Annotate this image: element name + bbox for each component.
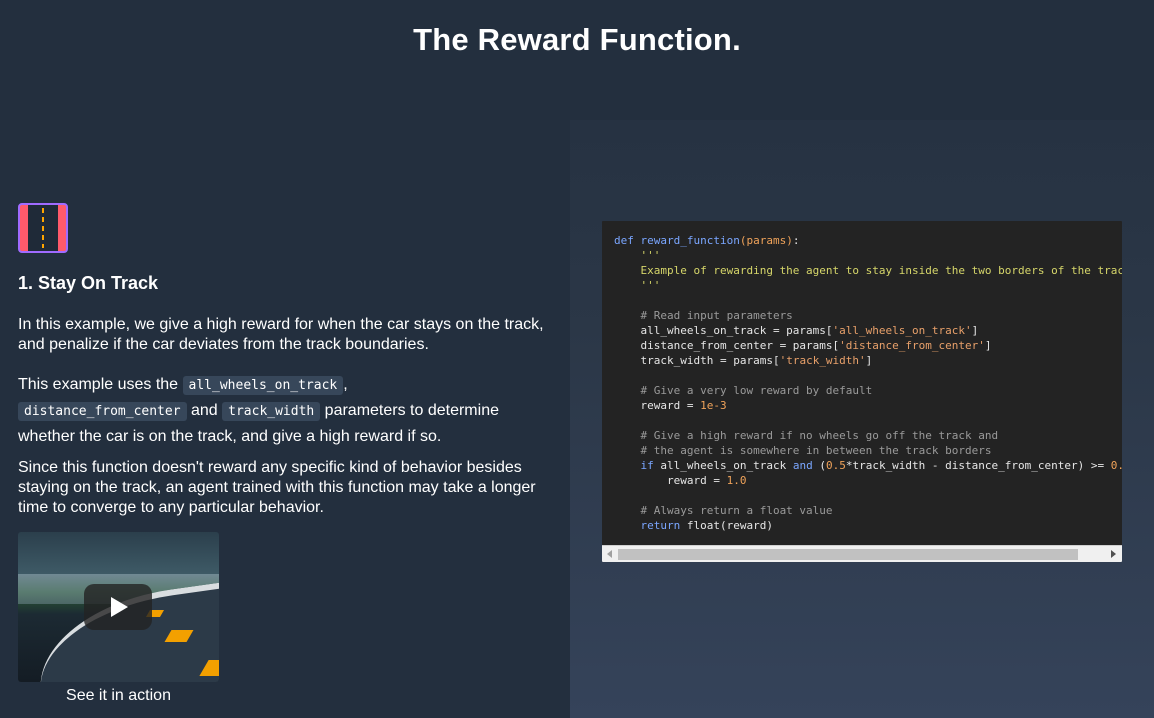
left-panel: 1. Stay On Track In this example, we giv… <box>0 0 570 718</box>
section-heading: 1. Stay On Track <box>18 273 159 293</box>
description-paragraph: In this example, we give a high reward f… <box>18 316 544 353</box>
code-block[interactable]: def reward_function(params): ''' Example… <box>602 221 1122 562</box>
convergence-paragraph: Since this function doesn't reward any s… <box>18 459 536 516</box>
scroll-right-icon[interactable] <box>1111 550 1116 558</box>
parameters-paragraph: This example uses the all_wheels_on_trac… <box>18 376 499 445</box>
scrollbar-thumb[interactable] <box>618 549 1078 560</box>
play-icon <box>111 597 128 617</box>
param-chip-all-wheels-on-track: all_wheels_on_track <box>182 376 344 395</box>
video-caption: See it in action <box>66 687 171 704</box>
horizontal-scrollbar[interactable] <box>602 545 1122 562</box>
track-lanes-icon <box>18 203 68 253</box>
param-chip-track-width: track_width <box>222 402 321 421</box>
video-thumbnail[interactable] <box>18 532 219 682</box>
code-content: def reward_function(params): ''' Example… <box>614 234 1122 532</box>
param-chip-distance-from-center: distance_from_center <box>18 402 187 421</box>
play-button[interactable] <box>84 584 152 630</box>
scroll-left-icon[interactable] <box>607 550 612 558</box>
